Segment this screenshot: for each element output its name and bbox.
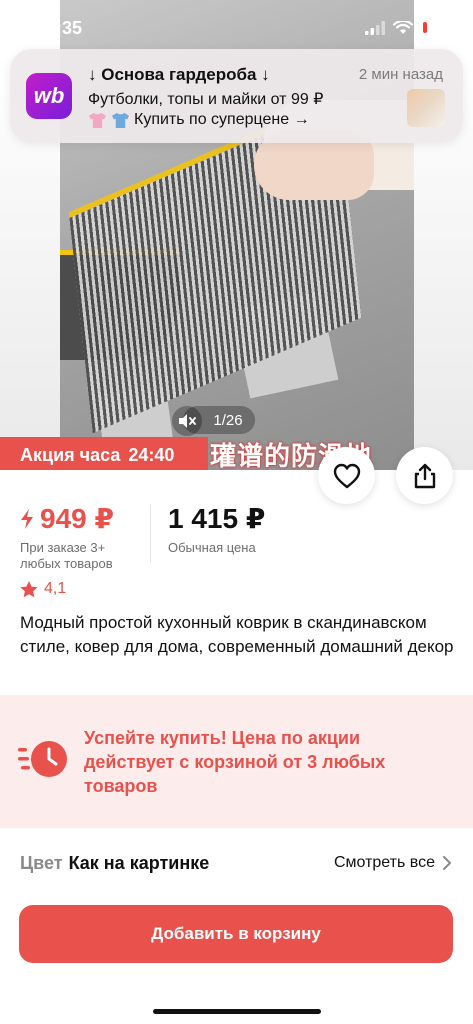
pink-tshirt-icon	[89, 112, 106, 128]
promo-price-note: При заказе 3+ любых товаров	[20, 540, 113, 571]
product-rating[interactable]: 4,1	[20, 580, 66, 598]
push-notification[interactable]: wb ↓ Основа гардероба ↓ 2 мин назад Футб…	[10, 49, 463, 143]
color-label: Цвет	[20, 853, 63, 873]
chevron-right-icon	[443, 856, 451, 870]
notification-body-line2: Купить по суперцене →	[88, 111, 310, 129]
color-selector-row[interactable]: Цвет Как на картинке Смотреть все	[20, 853, 453, 877]
heart-icon	[333, 463, 360, 488]
regular-price-note: Обычная цена	[168, 540, 256, 555]
regular-price-value: 1 415 ₽	[168, 503, 266, 534]
promo-hour-ribbon: Акция часа 24:40	[0, 437, 208, 470]
battery-icon: 17	[421, 20, 449, 35]
rating-value: 4,1	[44, 580, 67, 597]
promo-hour-timer: 24:40	[128, 444, 175, 465]
color-value: Как на картинке	[68, 853, 210, 873]
favorite-button[interactable]	[318, 447, 375, 504]
promo-price-value: 949 ₽	[40, 503, 114, 534]
promo-banner-text: Успейте купить! Цена по акции действует …	[84, 728, 386, 796]
product-title: Модный простой кухонный коврик в скандин…	[20, 613, 454, 656]
promo-banner: Успейте купить! Цена по акции действует …	[0, 695, 473, 828]
status-icons: 17	[365, 20, 449, 35]
blue-tshirt-icon	[112, 112, 129, 128]
promo-price: 949 ₽	[20, 502, 114, 535]
notification-thumbnail	[407, 89, 445, 127]
fast-clock-icon	[18, 738, 70, 780]
lightning-icon	[21, 508, 33, 529]
star-icon	[20, 580, 38, 597]
share-button[interactable]	[396, 447, 453, 504]
price-divider	[150, 505, 151, 563]
see-all-label: Смотреть все	[333, 854, 435, 871]
wifi-icon	[393, 20, 413, 34]
home-indicator[interactable]	[153, 1009, 321, 1014]
mute-icon	[179, 414, 196, 428]
battery-level: 17	[429, 22, 441, 33]
wildberries-app-icon: wb	[26, 73, 72, 119]
add-to-cart-button[interactable]: Добавить в корзину	[19, 905, 453, 963]
mute-button[interactable]	[172, 406, 202, 436]
notification-time: 2 мин назад	[358, 66, 443, 83]
notification-cta: Купить по суперцене →	[134, 111, 310, 128]
see-all-link[interactable]: Смотреть все	[334, 854, 451, 872]
product-media: 瓘谱的防滑地 1/26 14:35 17 wb ↓ Основа гардеро…	[0, 0, 473, 470]
notification-body-line1: Футболки, топы и майки от 99 ₽	[88, 91, 324, 108]
notification-title: ↓ Основа гардероба ↓	[88, 65, 270, 84]
share-icon	[414, 463, 435, 488]
signal-icon	[365, 20, 385, 35]
status-time: 14:35	[36, 18, 83, 38]
promo-hour-label: Акция часа	[20, 444, 121, 465]
